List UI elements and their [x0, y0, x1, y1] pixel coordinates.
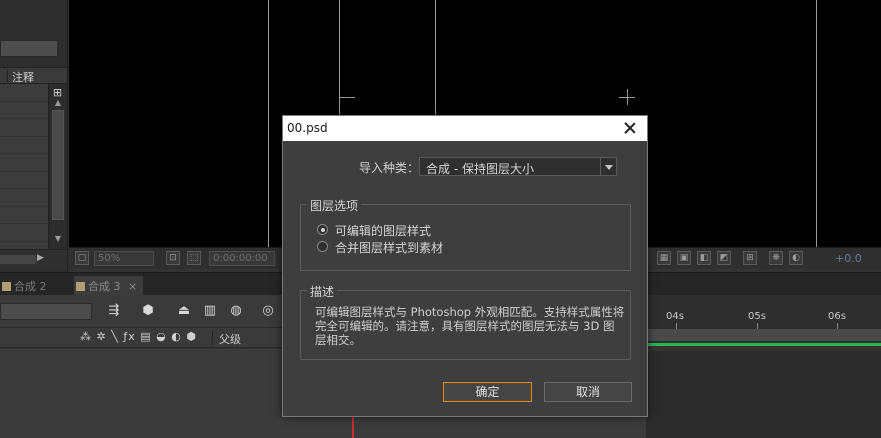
ruler-label: 04s [666, 311, 684, 322]
list-item[interactable] [0, 154, 48, 172]
fit-icon[interactable]: ⊡ [166, 251, 180, 265]
dialog-title: 00.psd [287, 121, 328, 135]
close-icon[interactable] [621, 119, 639, 137]
list-item[interactable] [0, 224, 48, 242]
project-panel: 注释 ▲ ▼ ⊞ ▶ [0, 0, 68, 272]
region-icon[interactable]: ⬚ [187, 251, 201, 265]
project-scrollbar[interactable]: ▲ ▼ [48, 84, 67, 249]
snapshot-icon[interactable]: ▣ [677, 251, 691, 265]
chevron-down-icon[interactable] [600, 158, 616, 175]
radio-button-checked[interactable] [317, 224, 328, 235]
shy-icon[interactable]: ⏏ [174, 302, 194, 320]
description-text: 可编辑图层样式与 Photoshop 外观相匹配。支持样式属性将完全可编辑的。请… [315, 305, 625, 347]
channel-icon[interactable]: ◩ [717, 251, 731, 265]
tab-label: 合成 3 [88, 280, 121, 293]
option-label: 可编辑的图层样式 [335, 224, 432, 238]
import-kind-value: 合成 - 保持图层大小 [426, 162, 534, 176]
title-safe-mark [339, 97, 355, 98]
psd-import-dialog: 00.psd 导入种类： 合成 - 保持图层大小 图层选项 可编辑的图层样式 合… [282, 115, 648, 417]
dialog-titlebar[interactable]: 00.psd [283, 116, 647, 141]
time-ruler[interactable]: 04s 05s 06s [646, 295, 881, 346]
list-item[interactable] [0, 172, 48, 189]
scroll-right-icon[interactable]: ▶ [37, 253, 44, 263]
option-label: 合并图层样式到素材 [335, 241, 444, 255]
scroll-down-icon[interactable]: ▼ [52, 234, 64, 244]
import-kind-select[interactable]: 合成 - 保持图层大小 [419, 157, 617, 176]
fast-preview-icon[interactable]: ◐ [789, 251, 803, 265]
center-crosshair-v [627, 89, 628, 105]
tab-close-icon[interactable]: × [128, 280, 137, 293]
reset-exposure-icon[interactable]: ❋ [769, 251, 783, 265]
scroll-thumb[interactable] [52, 110, 64, 220]
guide-line [816, 0, 817, 247]
layer-options-title: 图层选项 [307, 197, 362, 214]
parent-column-label[interactable]: 父级 [219, 331, 241, 347]
flowchart-icon[interactable]: ⊞ [49, 86, 66, 101]
column-separator [7, 70, 8, 82]
draft-3d-icon[interactable]: ⬢ [138, 302, 158, 320]
guide-line [268, 0, 269, 247]
tab-comp-3[interactable]: 合成 3 × [74, 276, 144, 296]
comp-mini-flowchart-icon[interactable]: ⇶ [104, 302, 124, 320]
label-color-swatch [2, 282, 11, 291]
project-column-header: 注释 [0, 67, 67, 84]
always-preview-icon[interactable]: ▢ [75, 251, 89, 265]
project-list[interactable] [0, 84, 48, 249]
flowchart-view-icon[interactable]: ⊞ [743, 251, 757, 265]
zoom-select[interactable]: 50% [94, 251, 154, 266]
timeline-search-input[interactable] [0, 303, 92, 320]
show-snapshot-icon[interactable]: ◧ [697, 251, 711, 265]
label-color-swatch [76, 282, 85, 291]
ok-button[interactable]: 确定 [443, 382, 532, 402]
import-kind-label: 导入种类： [359, 161, 420, 175]
list-item[interactable] [0, 189, 48, 207]
tab-label: 合成 2 [14, 280, 47, 293]
layer-switches-icons[interactable]: ⁂ ✲ ╲ ƒx ▤ ◒ ◐ ⬢ [80, 330, 197, 343]
exposure-value[interactable]: +0.0 [835, 252, 862, 265]
project-search-input[interactable] [0, 40, 58, 57]
frame-blending-icon[interactable]: ▥ [200, 302, 220, 320]
ruler-label: 05s [748, 311, 766, 322]
list-item[interactable] [0, 119, 48, 137]
cancel-button[interactable]: 取消 [544, 382, 632, 402]
column-separator [212, 331, 213, 345]
graph-editor-icon[interactable]: ◎ [258, 302, 278, 320]
timecode-display[interactable]: 0:00:00:00 [209, 251, 275, 266]
description-group: 描述 可编辑图层样式与 Photoshop 外观相匹配。支持样式属性将完全可编辑… [300, 283, 631, 360]
tab-comp-2[interactable]: 合成 2 [0, 276, 53, 296]
list-item[interactable] [0, 207, 48, 224]
work-area-bar[interactable] [646, 329, 881, 341]
current-time-indicator[interactable] [352, 414, 354, 438]
hscroll-thumb[interactable] [0, 255, 36, 264]
radio-button[interactable] [317, 241, 328, 252]
motion-blur-icon[interactable]: ◍ [226, 302, 246, 320]
layer-options-group: 图层选项 可编辑的图层样式 合并图层样式到素材 [300, 197, 631, 271]
3d-view-icon[interactable]: ▦ [657, 251, 671, 265]
ruler-label: 06s [828, 311, 846, 322]
guide-line [435, 0, 436, 120]
description-title: 描述 [307, 283, 338, 300]
project-hscroll[interactable]: ▶ [0, 249, 67, 269]
list-item[interactable] [0, 137, 48, 154]
render-bar [646, 343, 881, 346]
column-comment-label[interactable]: 注释 [12, 69, 34, 85]
list-item[interactable] [0, 84, 48, 102]
timeline-track-area[interactable] [646, 351, 881, 438]
list-item[interactable] [0, 102, 48, 119]
